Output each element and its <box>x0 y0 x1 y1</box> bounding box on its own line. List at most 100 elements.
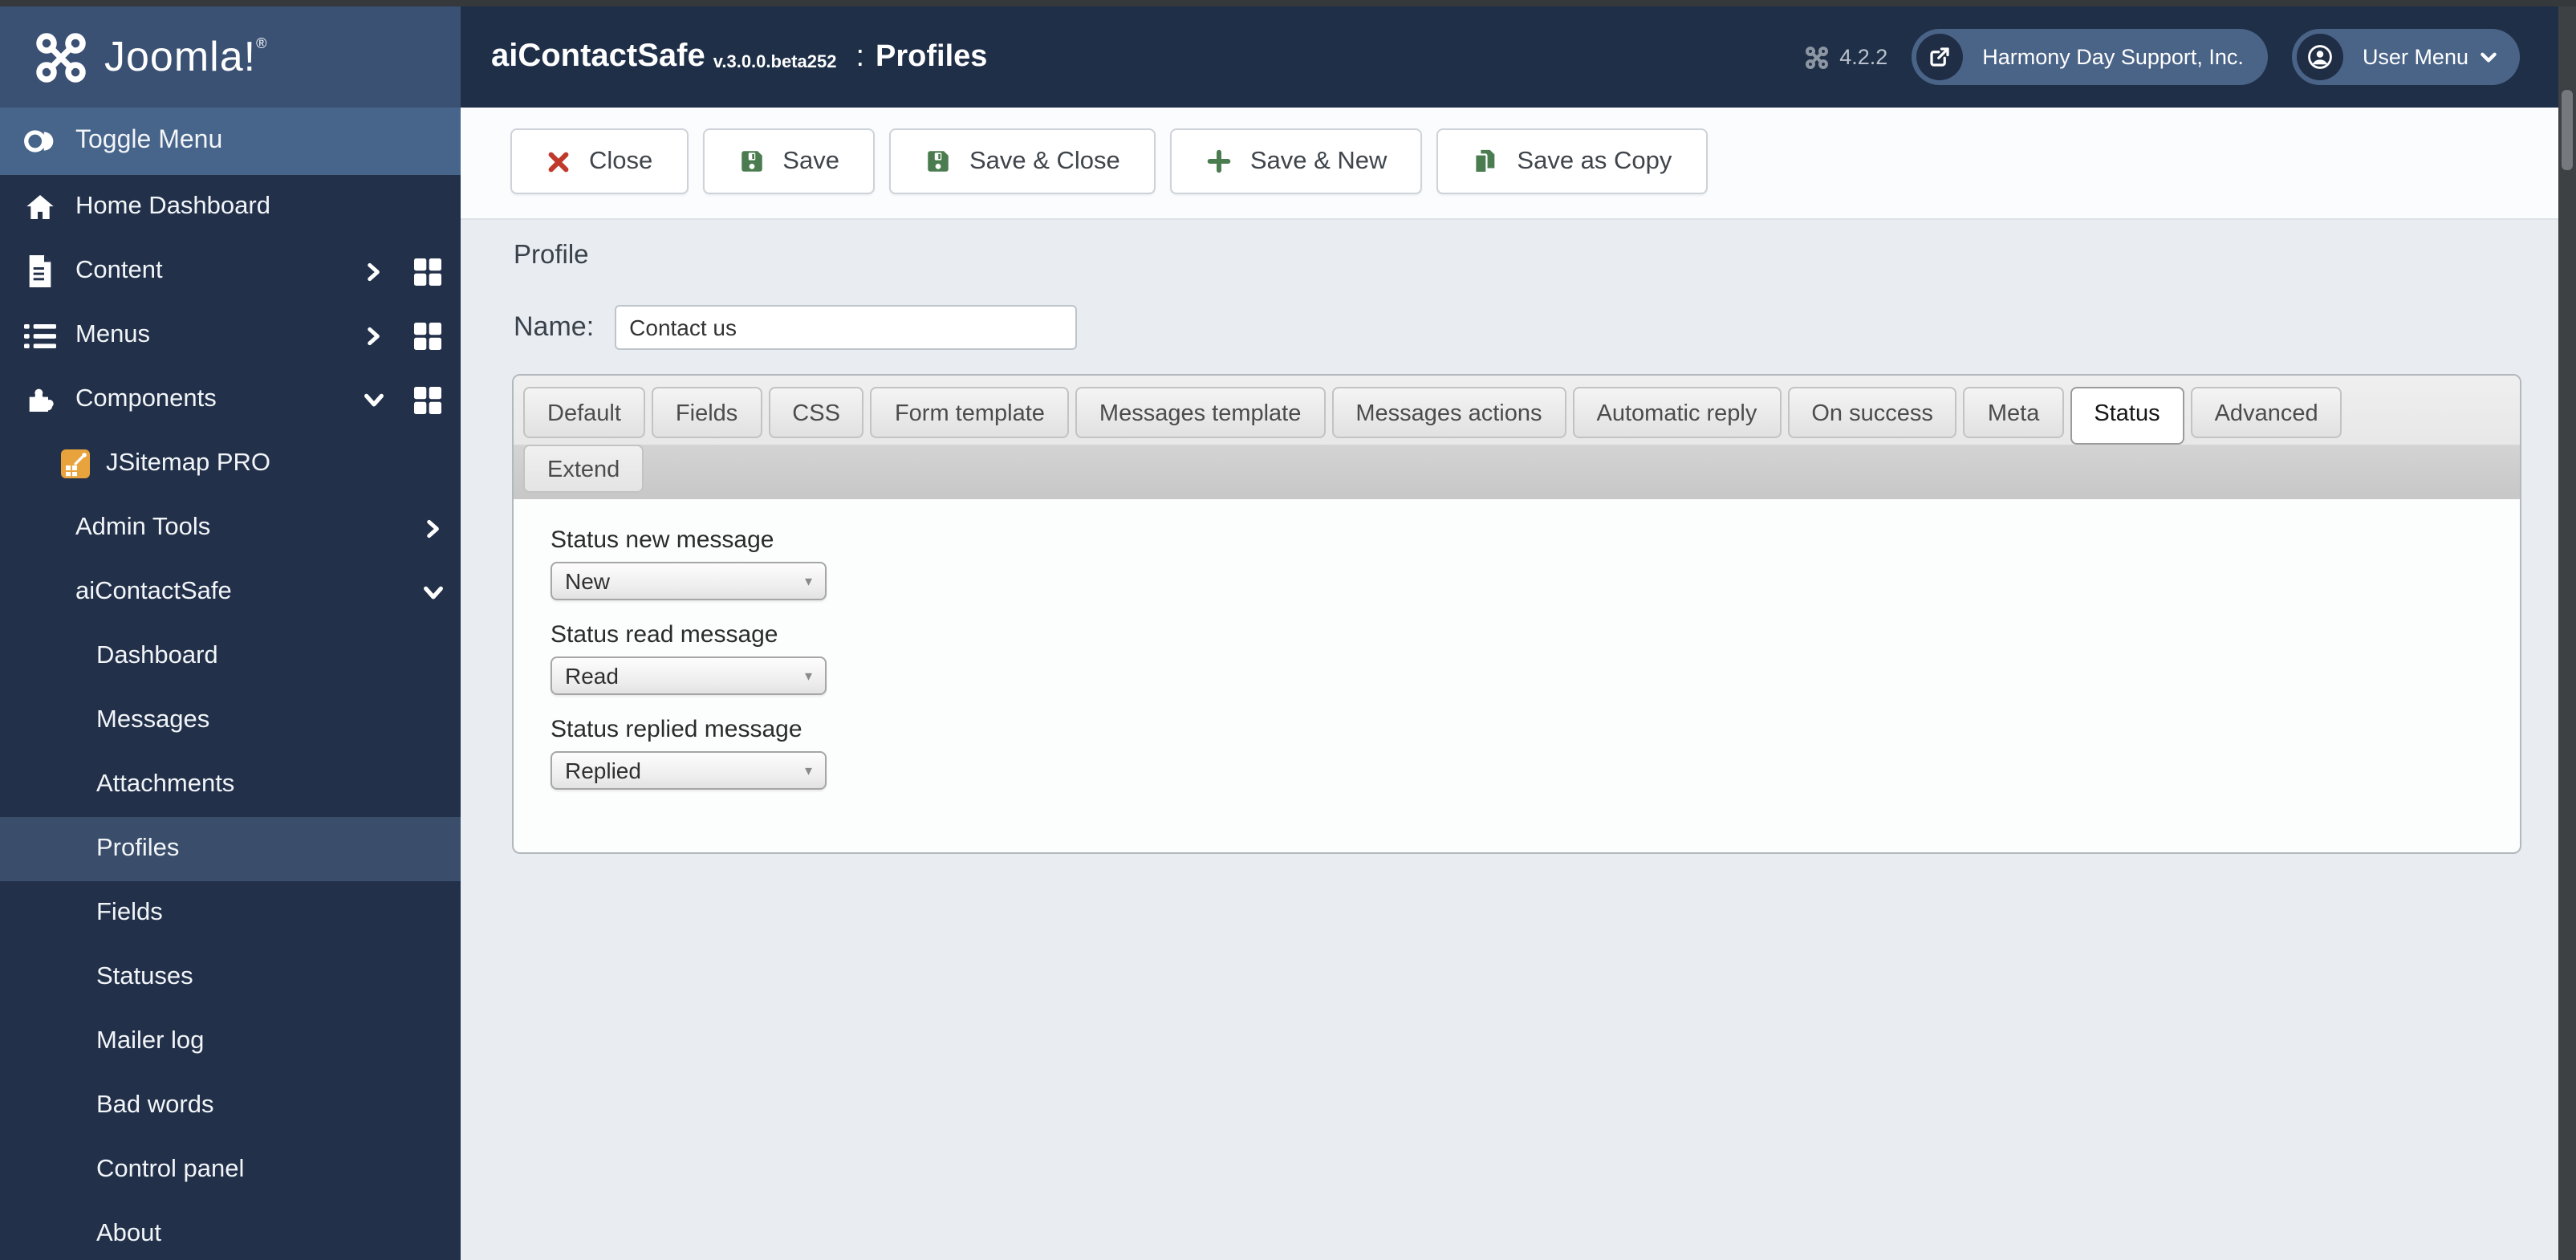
tab-fields[interactable]: Fields <box>651 387 762 438</box>
field-label: Status new message <box>551 526 774 554</box>
sidebar-item-content[interactable]: Content <box>0 239 461 303</box>
tab-default[interactable]: Default <box>523 387 645 438</box>
grid-icon[interactable] <box>414 322 441 349</box>
puzzle-icon <box>22 382 58 417</box>
status-read-select[interactable]: Read ▾ <box>551 656 827 695</box>
sidebar-item-menus[interactable]: Menus <box>0 303 461 368</box>
sidebar: Toggle Menu Home Dashboard Content Menus… <box>0 108 461 1260</box>
sidebar-item-home-dashboard[interactable]: Home Dashboard <box>0 175 461 239</box>
tab-messages-actions[interactable]: Messages actions <box>1331 387 1566 438</box>
status-tab-panel: Status new message New ▾ Status read mes… <box>514 499 2520 790</box>
toggle-menu-button[interactable]: Toggle Menu <box>0 108 461 175</box>
scrollbar-thumb[interactable] <box>2562 90 2573 170</box>
sidebar-item-label: JSitemap PRO <box>106 449 271 477</box>
user-menu-button[interactable]: User Menu <box>2291 29 2520 85</box>
close-button[interactable]: Close <box>510 128 689 194</box>
name-input[interactable] <box>615 305 1078 350</box>
sidebar-item-label: Profiles <box>96 835 180 862</box>
main-content: Profile Name: Default Fields CSS Form te… <box>461 220 2558 1260</box>
sidebar-item-label: Dashboard <box>96 642 218 669</box>
preview-site-button[interactable]: Harmony Day Support, Inc. <box>1912 29 2268 85</box>
jsitemap-icon <box>61 449 90 478</box>
joomla-mark-icon <box>32 28 90 86</box>
sidebar-item-statuses[interactable]: Statuses <box>0 945 461 1010</box>
user-icon <box>2296 34 2343 80</box>
tab-status[interactable]: Status <box>2070 387 2184 445</box>
sidebar-item-label: Statuses <box>96 963 193 990</box>
tab-row-2: Extend <box>514 445 2520 499</box>
scrollbar[interactable] <box>2558 0 2576 1260</box>
select-value: New <box>565 568 611 594</box>
tab-advanced[interactable]: Advanced <box>2190 387 2342 438</box>
sidebar-item-bad-words[interactable]: Bad words <box>0 1074 461 1138</box>
sidebar-item-label: Home Dashboard <box>75 193 270 220</box>
sidebar-item-label: Mailer log <box>96 1027 205 1055</box>
sidebar-item-label: Menus <box>75 321 151 348</box>
save-new-button[interactable]: Save & New <box>1169 128 1423 194</box>
sidebar-item-attachments[interactable]: Attachments <box>0 753 461 817</box>
status-new-select[interactable]: New ▾ <box>551 562 827 600</box>
tab-messages-template[interactable]: Messages template <box>1075 387 1326 438</box>
sidebar-item-label: Control panel <box>96 1156 245 1183</box>
sidebar-item-messages[interactable]: Messages <box>0 689 461 753</box>
home-icon <box>22 189 58 225</box>
external-link-icon <box>1916 34 1964 80</box>
sidebar-item-aicontactsafe[interactable]: aiContactSafe <box>0 560 461 624</box>
chevron-right-icon[interactable] <box>363 325 384 346</box>
tab-automatic-reply[interactable]: Automatic reply <box>1572 387 1782 438</box>
chevron-right-icon[interactable] <box>363 261 384 282</box>
chevron-right-icon[interactable] <box>422 518 443 539</box>
sidebar-item-admin-tools[interactable]: Admin Tools <box>0 496 461 560</box>
grid-icon[interactable] <box>414 386 441 413</box>
tab-extend[interactable]: Extend <box>523 445 644 493</box>
sidebar-item-components[interactable]: Components <box>0 368 461 432</box>
sidebar-item-about[interactable]: About <box>0 1202 461 1260</box>
select-value: Read <box>565 663 619 689</box>
sidebar-item-label: Content <box>75 257 163 284</box>
toolbar-zone: Close Save Save & Close Save & New Save … <box>461 108 2558 220</box>
sidebar-item-dashboard[interactable]: Dashboard <box>0 624 461 689</box>
save-close-button[interactable]: Save & Close <box>888 128 1156 194</box>
file-icon <box>22 254 58 289</box>
button-label: Save & New <box>1249 147 1388 174</box>
site-name-label: Harmony Day Support, Inc. <box>1982 45 2244 69</box>
chevron-down-icon[interactable] <box>363 388 385 411</box>
sidebar-item-jsitemap-pro[interactable]: JSitemap PRO <box>0 432 461 496</box>
app-version: v.3.0.0.beta252 <box>713 52 837 71</box>
sidebar-item-label: Fields <box>96 899 163 926</box>
title-separator: : <box>855 39 865 73</box>
joomla-wordmark: Joomla!® <box>104 32 268 80</box>
tab-css[interactable]: CSS <box>768 387 864 438</box>
tab-form-template[interactable]: Form template <box>870 387 1069 438</box>
sidebar-item-fields[interactable]: Fields <box>0 881 461 945</box>
status-replied-select[interactable]: Replied ▾ <box>551 751 827 790</box>
select-arrow-icon: ▾ <box>804 667 812 683</box>
tab-meta[interactable]: Meta <box>1963 387 2064 438</box>
name-row: Name: <box>514 305 1078 350</box>
grid-icon[interactable] <box>414 258 441 285</box>
tab-row-1: Default Fields CSS Form template Message… <box>523 387 2510 445</box>
field-status-new: Status new message New ▾ <box>551 526 2520 600</box>
browser-top-edge <box>0 0 2576 6</box>
chevron-down-icon[interactable] <box>422 581 445 604</box>
tab-on-success[interactable]: On success <box>1787 387 1957 438</box>
save-as-copy-button[interactable]: Save as Copy <box>1436 128 1708 194</box>
joomla-version: 4.2.2 <box>1804 44 1887 70</box>
section-title: Profile <box>514 241 589 270</box>
sidebar-item-control-panel[interactable]: Control panel <box>0 1138 461 1202</box>
list-icon <box>22 318 58 353</box>
sidebar-item-profiles[interactable]: Profiles <box>0 817 461 881</box>
close-icon <box>546 148 571 174</box>
select-value: Replied <box>565 758 641 783</box>
button-label: Save <box>782 147 839 174</box>
sidebar-item-mailer-log[interactable]: Mailer log <box>0 1010 461 1074</box>
joomla-version-text: 4.2.2 <box>1839 45 1888 69</box>
field-status-replied: Status replied message Replied ▾ <box>551 716 2520 790</box>
name-label: Name: <box>514 311 595 342</box>
save-icon <box>737 148 765 175</box>
app-title: aiContactSafe <box>491 39 705 74</box>
save-button[interactable]: Save <box>702 128 875 194</box>
toolbar: Close Save Save & Close Save & New Save … <box>510 128 1708 194</box>
sidebar-item-label: Bad words <box>96 1091 214 1119</box>
toggle-menu-label: Toggle Menu <box>75 127 223 154</box>
